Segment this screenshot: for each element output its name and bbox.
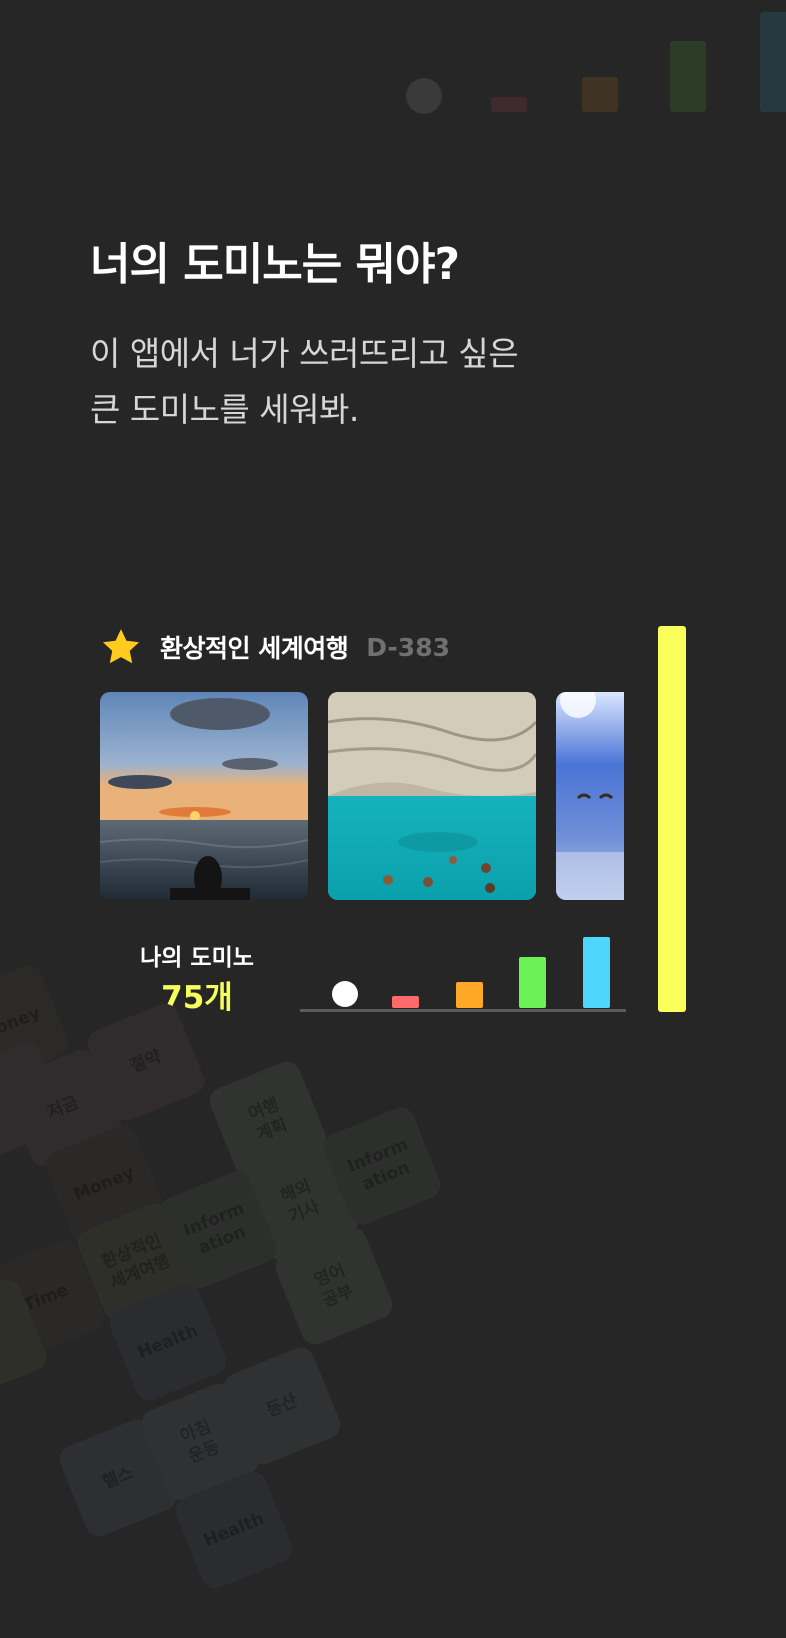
top-deco-circle [406, 78, 442, 114]
page-subtitle: 이 앱에서 너가 쓰러뜨리고 싶은 큰 도미노를 세워봐. [90, 326, 519, 438]
page-title: 너의 도미노는 뭐야? [90, 239, 460, 290]
top-deco-green-block [670, 41, 706, 112]
goal-header: 환상적인 세계여행 D-383 [100, 626, 450, 668]
star-icon [102, 629, 140, 664]
top-deco-blue-block [760, 12, 786, 112]
photo-sky-paragliders[interactable] [556, 692, 624, 900]
top-deco-red-block [491, 97, 527, 112]
subtitle-line-2: 큰 도미노를 세워봐. [90, 390, 359, 429]
photo-turquoise-cove[interactable] [328, 692, 536, 900]
photo-sunset-sea[interactable] [100, 692, 308, 900]
goal-dday: D-383 [366, 632, 450, 662]
subtitle-line-1: 이 앱에서 너가 쓰러뜨리고 싶은 [90, 334, 519, 373]
goal-domino-bar [658, 626, 686, 1012]
background-keyword-tiles: Money 저금 절약 Money 여행 계획 해외 기사 Inform ati… [0, 960, 786, 1638]
photo-strip[interactable] [100, 692, 624, 900]
goal-name: 환상적인 세계여행 [160, 634, 349, 663]
top-deco-orange-block [582, 77, 618, 112]
